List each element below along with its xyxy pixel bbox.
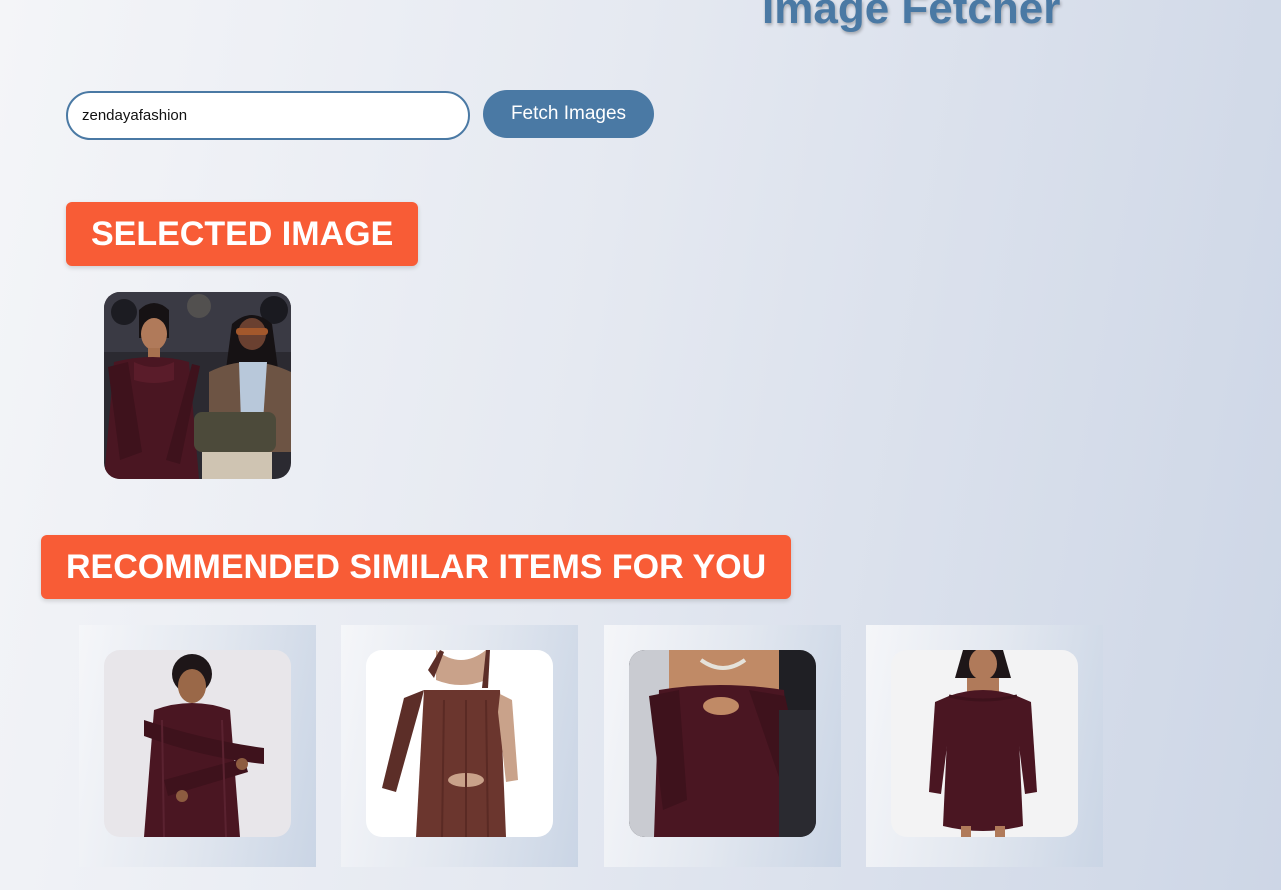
recommended-item-image[interactable] <box>104 650 291 837</box>
recommended-card[interactable] <box>604 625 841 867</box>
recommended-item-image[interactable] <box>891 650 1078 837</box>
app-title: Image Fetcher <box>762 0 1061 33</box>
fetch-images-button[interactable]: Fetch Images <box>483 90 654 138</box>
recommended-card[interactable] <box>341 625 578 867</box>
recommended-card[interactable] <box>79 625 316 867</box>
recommended-item-image[interactable] <box>629 650 816 837</box>
selected-image <box>104 292 291 479</box>
recommended-heading: RECOMMENDED SIMILAR ITEMS FOR YOU <box>41 535 792 599</box>
selected-image-heading: SELECTED IMAGE <box>66 202 419 266</box>
search-input[interactable] <box>66 91 470 140</box>
recommended-item-image[interactable] <box>366 650 553 837</box>
recommended-card[interactable] <box>866 625 1103 867</box>
